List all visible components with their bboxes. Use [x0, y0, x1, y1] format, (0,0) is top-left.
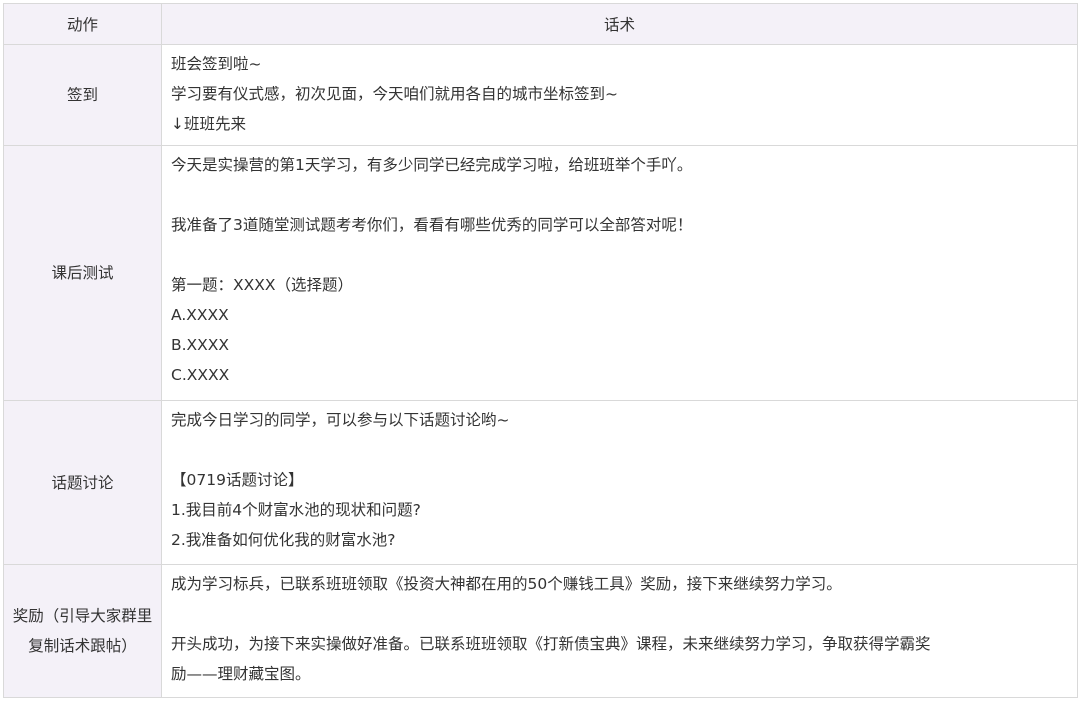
- script-line: 学习要有仪式感，初次见面，今天咱们就用各自的城市坐标签到~: [171, 85, 618, 103]
- script-line: 励——理财藏宝图。: [171, 665, 311, 683]
- script-cell: 今天是实操营的第1天学习，有多少同学已经完成学习啦，给班班举个手吖。 我准备了3…: [161, 145, 1078, 401]
- action-label: 签到: [66, 86, 98, 104]
- script-cell: 成为学习标兵，已联系班班领取《投资大神都在用的50个赚钱工具》奖励，接下来继续努…: [161, 564, 1078, 698]
- table-header-row: 动作 话术: [3, 3, 1078, 45]
- script-line: C.XXXX: [171, 366, 230, 384]
- action-cell: 课后测试: [3, 145, 162, 401]
- script-line: 开头成功，为接下来实操做好准备。已联系班班领取《打新债宝典》课程，未来继续努力学…: [171, 635, 931, 653]
- action-label: 话题讨论: [51, 473, 114, 492]
- script-line: ↓班班先来: [171, 115, 246, 133]
- action-cell: 奖励（引导大家群里复制话术跟帖）: [3, 564, 162, 698]
- action-cell: 签到: [3, 44, 162, 146]
- script-cell: 完成今日学习的同学，可以参与以下话题讨论哟~ 【0719话题讨论】 1.我目前4…: [161, 400, 1078, 565]
- action-label: 课后测试: [51, 264, 114, 282]
- table-row-checkin: 签到 班会签到啦~ 学习要有仪式感，初次见面，今天咱们就用各自的城市坐标签到~ …: [3, 44, 1078, 146]
- script-table: 动作 话术 签到 班会签到啦~ 学习要有仪式感，初次见面，今天咱们就用各自的城市…: [3, 3, 1078, 698]
- table-row-discussion: 话题讨论 完成今日学习的同学，可以参与以下话题讨论哟~ 【0719话题讨论】 1…: [3, 400, 1078, 565]
- action-label: 奖励（引导大家群里复制话术跟帖）: [12, 607, 153, 655]
- script-cell: 班会签到啦~ 学习要有仪式感，初次见面，今天咱们就用各自的城市坐标签到~ ↓班班…: [161, 44, 1078, 146]
- script-line: 完成今日学习的同学，可以参与以下话题讨论哟~: [171, 411, 510, 429]
- script-line: 2.我准备如何优化我的财富水池?: [171, 531, 396, 549]
- script-line: B.XXXX: [171, 336, 230, 354]
- header-script: 话术: [161, 3, 1078, 45]
- script-line: 第一题：XXXX（选择题）: [171, 276, 353, 294]
- table-row-reward: 奖励（引导大家群里复制话术跟帖） 成为学习标兵，已联系班班领取《投资大神都在用的…: [3, 564, 1078, 698]
- script-line: A.XXXX: [171, 306, 229, 324]
- script-line: 1.我目前4个财富水池的现状和问题?: [171, 501, 421, 519]
- script-line: 成为学习标兵，已联系班班领取《投资大神都在用的50个赚钱工具》奖励，接下来继续努…: [171, 575, 842, 593]
- action-cell: 话题讨论: [3, 400, 162, 565]
- script-line: 今天是实操营的第1天学习，有多少同学已经完成学习啦，给班班举个手吖。: [171, 156, 693, 174]
- table-row-quiz: 课后测试 今天是实操营的第1天学习，有多少同学已经完成学习啦，给班班举个手吖。 …: [3, 145, 1078, 401]
- script-line: 班会签到啦~: [171, 55, 262, 73]
- header-action: 动作: [3, 3, 162, 45]
- script-line: 我准备了3道随堂测试题考考你们，看看有哪些优秀的同学可以全部答对呢！: [171, 216, 693, 234]
- script-line: 【0719话题讨论】: [171, 471, 304, 489]
